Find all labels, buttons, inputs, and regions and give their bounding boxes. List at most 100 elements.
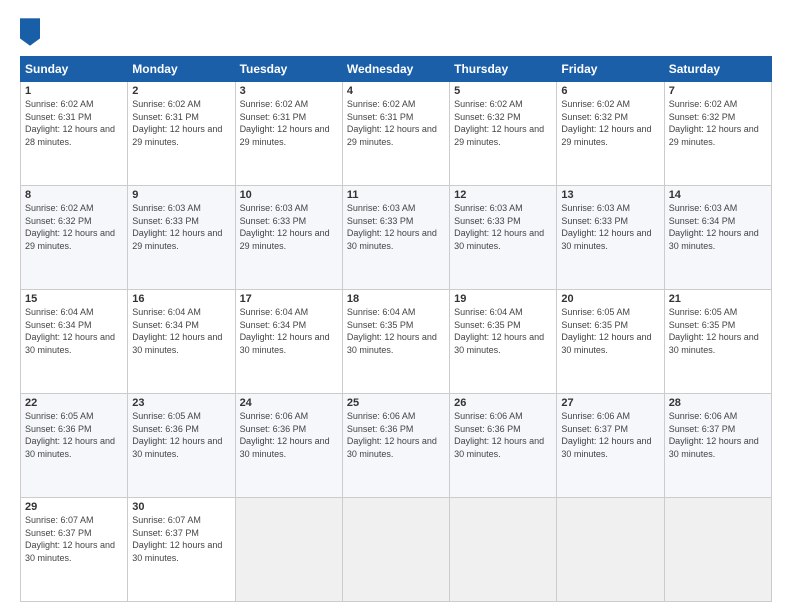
day-info: Sunrise: 6:03 AMSunset: 6:34 PMDaylight:… bbox=[669, 203, 759, 251]
day-number: 2 bbox=[132, 85, 230, 97]
calendar-week-row: 15 Sunrise: 6:04 AMSunset: 6:34 PMDayligh… bbox=[21, 290, 772, 394]
calendar-cell: 25 Sunrise: 6:06 AMSunset: 6:36 PMDayligh… bbox=[342, 394, 449, 498]
calendar-header-row: SundayMondayTuesdayWednesdayThursdayFrid… bbox=[21, 57, 772, 82]
calendar-week-row: 22 Sunrise: 6:05 AMSunset: 6:36 PMDayligh… bbox=[21, 394, 772, 498]
day-info: Sunrise: 6:05 AMSunset: 6:36 PMDaylight:… bbox=[25, 411, 115, 459]
calendar-cell: 4 Sunrise: 6:02 AMSunset: 6:31 PMDaylight… bbox=[342, 82, 449, 186]
calendar-cell bbox=[664, 498, 771, 602]
day-number: 8 bbox=[25, 189, 123, 201]
calendar-cell: 26Sunrise: 6:06 AMSunset: 6:36 PMDayligh… bbox=[450, 394, 557, 498]
day-number: 11 bbox=[347, 189, 445, 201]
weekday-header: Tuesday bbox=[235, 57, 342, 82]
calendar-cell: 8 Sunrise: 6:02 AMSunset: 6:32 PMDaylight… bbox=[21, 186, 128, 290]
calendar-cell: 29Sunrise: 6:07 AMSunset: 6:37 PMDayligh… bbox=[21, 498, 128, 602]
calendar-cell: 6Sunrise: 6:02 AMSunset: 6:32 PMDaylight… bbox=[557, 82, 664, 186]
calendar-cell: 14Sunrise: 6:03 AMSunset: 6:34 PMDayligh… bbox=[664, 186, 771, 290]
weekday-header: Friday bbox=[557, 57, 664, 82]
day-number: 22 bbox=[25, 397, 123, 409]
day-info: Sunrise: 6:06 AMSunset: 6:36 PMDaylight:… bbox=[240, 411, 330, 459]
calendar-cell bbox=[235, 498, 342, 602]
day-number: 15 bbox=[25, 293, 123, 305]
day-info: Sunrise: 6:03 AMSunset: 6:33 PMDaylight:… bbox=[454, 203, 544, 251]
day-number: 10 bbox=[240, 189, 338, 201]
day-number: 17 bbox=[240, 293, 338, 305]
calendar-cell bbox=[557, 498, 664, 602]
calendar-cell: 21Sunrise: 6:05 AMSunset: 6:35 PMDayligh… bbox=[664, 290, 771, 394]
day-info: Sunrise: 6:06 AMSunset: 6:36 PMDaylight:… bbox=[347, 411, 437, 459]
calendar-cell: 24 Sunrise: 6:06 AMSunset: 6:36 PMDayligh… bbox=[235, 394, 342, 498]
day-number: 30 bbox=[132, 501, 230, 513]
calendar-cell: 20Sunrise: 6:05 AMSunset: 6:35 PMDayligh… bbox=[557, 290, 664, 394]
day-info: Sunrise: 6:02 AMSunset: 6:31 PMDaylight:… bbox=[25, 99, 115, 147]
day-number: 9 bbox=[132, 189, 230, 201]
day-number: 16 bbox=[132, 293, 230, 305]
day-number: 28 bbox=[669, 397, 767, 409]
day-info: Sunrise: 6:02 AMSunset: 6:31 PMDaylight:… bbox=[240, 99, 330, 147]
day-number: 23 bbox=[132, 397, 230, 409]
weekday-header: Thursday bbox=[450, 57, 557, 82]
day-number: 13 bbox=[561, 189, 659, 201]
day-info: Sunrise: 6:05 AMSunset: 6:35 PMDaylight:… bbox=[561, 307, 651, 355]
day-info: Sunrise: 6:06 AMSunset: 6:36 PMDaylight:… bbox=[454, 411, 544, 459]
weekday-header: Wednesday bbox=[342, 57, 449, 82]
day-info: Sunrise: 6:05 AMSunset: 6:36 PMDaylight:… bbox=[132, 411, 222, 459]
day-number: 24 bbox=[240, 397, 338, 409]
day-info: Sunrise: 6:02 AMSunset: 6:31 PMDaylight:… bbox=[132, 99, 222, 147]
day-number: 25 bbox=[347, 397, 445, 409]
day-info: Sunrise: 6:03 AMSunset: 6:33 PMDaylight:… bbox=[132, 203, 222, 251]
day-info: Sunrise: 6:02 AMSunset: 6:32 PMDaylight:… bbox=[25, 203, 115, 251]
day-info: Sunrise: 6:04 AMSunset: 6:34 PMDaylight:… bbox=[240, 307, 330, 355]
day-info: Sunrise: 6:04 AMSunset: 6:35 PMDaylight:… bbox=[347, 307, 437, 355]
page: SundayMondayTuesdayWednesdayThursdayFrid… bbox=[0, 0, 792, 612]
day-number: 21 bbox=[669, 293, 767, 305]
day-info: Sunrise: 6:02 AMSunset: 6:31 PMDaylight:… bbox=[347, 99, 437, 147]
calendar-week-row: 29 Sunrise: 6:07 AMSunset: 6:37 PMDayligh… bbox=[21, 498, 772, 602]
day-number: 1 bbox=[25, 85, 123, 97]
calendar-table: SundayMondayTuesdayWednesdayThursdayFrid… bbox=[20, 56, 772, 602]
day-number: 4 bbox=[347, 85, 445, 97]
calendar-cell: 19 Sunrise: 6:04 AMSunset: 6:35 PMDayligh… bbox=[450, 290, 557, 394]
calendar-cell: 16 Sunrise: 6:04 AMSunset: 6:34 PMDayligh… bbox=[128, 290, 235, 394]
calendar-cell: 28 Sunrise: 6:06 AMSunset: 6:37 PMDayligh… bbox=[664, 394, 771, 498]
calendar-cell: 7 Sunrise: 6:02 AMSunset: 6:32 PMDaylight… bbox=[664, 82, 771, 186]
calendar-cell bbox=[342, 498, 449, 602]
day-number: 29 bbox=[25, 501, 123, 513]
day-info: Sunrise: 6:03 AMSunset: 6:33 PMDaylight:… bbox=[561, 203, 651, 251]
calendar-cell: 3 Sunrise: 6:02 AMSunset: 6:31 PMDaylight… bbox=[235, 82, 342, 186]
calendar-cell: 5 Sunrise: 6:02 AMSunset: 6:32 PMDaylight… bbox=[450, 82, 557, 186]
calendar-cell: 2 Sunrise: 6:02 AMSunset: 6:31 PMDaylight… bbox=[128, 82, 235, 186]
day-number: 3 bbox=[240, 85, 338, 97]
calendar-cell: 23 Sunrise: 6:05 AMSunset: 6:36 PMDayligh… bbox=[128, 394, 235, 498]
day-number: 12 bbox=[454, 189, 552, 201]
day-info: Sunrise: 6:04 AMSunset: 6:34 PMDaylight:… bbox=[132, 307, 222, 355]
day-info: Sunrise: 6:04 AMSunset: 6:35 PMDaylight:… bbox=[454, 307, 544, 355]
calendar-cell: 11 Sunrise: 6:03 AMSunset: 6:33 PMDayligh… bbox=[342, 186, 449, 290]
day-info: Sunrise: 6:06 AMSunset: 6:37 PMDaylight:… bbox=[561, 411, 651, 459]
day-number: 19 bbox=[454, 293, 552, 305]
calendar-cell: 30 Sunrise: 6:07 AMSunset: 6:37 PMDayligh… bbox=[128, 498, 235, 602]
calendar-week-row: 1 Sunrise: 6:02 AMSunset: 6:31 PMDaylight… bbox=[21, 82, 772, 186]
day-number: 7 bbox=[669, 85, 767, 97]
day-info: Sunrise: 6:04 AMSunset: 6:34 PMDaylight:… bbox=[25, 307, 115, 355]
weekday-header: Sunday bbox=[21, 57, 128, 82]
day-info: Sunrise: 6:02 AMSunset: 6:32 PMDaylight:… bbox=[454, 99, 544, 147]
calendar-cell: 15 Sunrise: 6:04 AMSunset: 6:34 PMDayligh… bbox=[21, 290, 128, 394]
calendar-cell: 1 Sunrise: 6:02 AMSunset: 6:31 PMDaylight… bbox=[21, 82, 128, 186]
day-info: Sunrise: 6:03 AMSunset: 6:33 PMDaylight:… bbox=[240, 203, 330, 251]
header bbox=[20, 18, 772, 46]
day-info: Sunrise: 6:03 AMSunset: 6:33 PMDaylight:… bbox=[347, 203, 437, 251]
calendar-cell: 18 Sunrise: 6:04 AMSunset: 6:35 PMDayligh… bbox=[342, 290, 449, 394]
calendar-cell: 13 Sunrise: 6:03 AMSunset: 6:33 PMDayligh… bbox=[557, 186, 664, 290]
day-info: Sunrise: 6:06 AMSunset: 6:37 PMDaylight:… bbox=[669, 411, 759, 459]
day-info: Sunrise: 6:02 AMSunset: 6:32 PMDaylight:… bbox=[669, 99, 759, 147]
calendar-cell bbox=[450, 498, 557, 602]
day-info: Sunrise: 6:02 AMSunset: 6:32 PMDaylight:… bbox=[561, 99, 651, 147]
calendar-cell: 27Sunrise: 6:06 AMSunset: 6:37 PMDayligh… bbox=[557, 394, 664, 498]
day-info: Sunrise: 6:07 AMSunset: 6:37 PMDaylight:… bbox=[132, 515, 222, 563]
logo-icon bbox=[20, 18, 40, 46]
weekday-header: Saturday bbox=[664, 57, 771, 82]
calendar-week-row: 8 Sunrise: 6:02 AMSunset: 6:32 PMDaylight… bbox=[21, 186, 772, 290]
day-number: 18 bbox=[347, 293, 445, 305]
weekday-header: Monday bbox=[128, 57, 235, 82]
day-number: 5 bbox=[454, 85, 552, 97]
